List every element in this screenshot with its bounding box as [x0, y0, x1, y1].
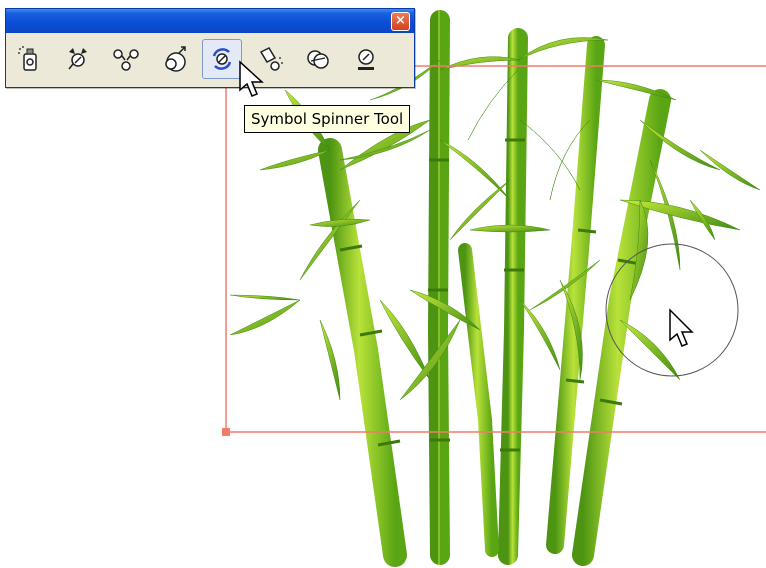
close-button[interactable]: × [391, 12, 410, 31]
bamboo-stalk [427, 10, 450, 565]
bamboo-stalk [318, 138, 407, 567]
symbol-brush-cursor [669, 308, 694, 347]
symbol-shifter-icon [68, 48, 87, 70]
panel-titlebar[interactable]: × [6, 9, 414, 33]
bamboo-stalk [498, 28, 528, 565]
bamboo-stalk [458, 243, 499, 557]
symbol-sprayer-icon [18, 46, 37, 71]
symbol-screener-icon [307, 50, 329, 69]
symbol-sizer-tool-button[interactable] [154, 39, 194, 79]
tool-row [10, 37, 410, 81]
symbol-screener-tool-button[interactable] [298, 39, 338, 79]
symbol-spinner-tool-button[interactable] [202, 39, 242, 79]
symbol-styler-icon [358, 49, 374, 70]
symbol-shifter-tool-button[interactable] [58, 39, 98, 79]
symbol-sprayer-tool-button[interactable] [10, 39, 50, 79]
symbol-scruncher-tool-button[interactable] [106, 39, 146, 79]
symbol-spinner-icon [212, 48, 232, 70]
bamboo-stalks [318, 10, 671, 567]
tool-tooltip: Symbol Spinner Tool [244, 105, 411, 133]
bounding-box-handle[interactable] [222, 428, 230, 436]
symbol-scruncher-icon [113, 49, 139, 71]
symbol-sizer-icon [165, 46, 186, 72]
symbolism-tools-panel: × [5, 8, 415, 88]
symbol-styler-tool-button[interactable] [346, 39, 386, 79]
close-icon: × [395, 13, 406, 28]
arrow-pointer-cursor [239, 60, 264, 97]
